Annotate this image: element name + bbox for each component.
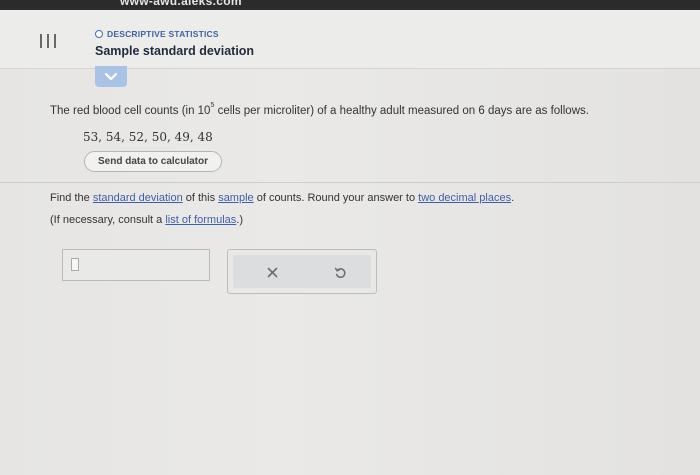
- two-decimal-places-link[interactable]: two decimal places: [418, 192, 511, 204]
- browser-url-strip: www-awu.aleks.com: [0, 0, 700, 10]
- list-of-formulas-link[interactable]: list of formulas: [165, 214, 236, 226]
- url-text: www-awu.aleks.com: [120, 0, 242, 8]
- data-values: 53, 54, 52, 50, 49, 48: [83, 130, 213, 144]
- standard-deviation-link[interactable]: standard deviation: [93, 192, 183, 204]
- page-title: Sample standard deviation: [95, 44, 255, 58]
- answer-input[interactable]: [62, 249, 210, 281]
- menu-icon[interactable]: [40, 34, 56, 48]
- breadcrumb: DESCRIPTIVE STATISTICS: [95, 29, 219, 39]
- undo-button[interactable]: [331, 263, 349, 281]
- sample-link[interactable]: sample: [218, 192, 253, 204]
- question-text: Find the standard deviation of this samp…: [50, 192, 515, 204]
- answer-actions-inner: [233, 255, 371, 288]
- clear-button[interactable]: [263, 263, 281, 281]
- send-data-button[interactable]: Send data to calculator: [84, 151, 222, 172]
- close-icon: [267, 267, 277, 277]
- topic-circle-icon: [95, 30, 103, 38]
- help-text: (If necessary, consult a list of formula…: [50, 214, 244, 226]
- chevron-down-icon: [104, 72, 118, 81]
- answer-actions-panel: [227, 249, 377, 294]
- breadcrumb-label: DESCRIPTIVE STATISTICS: [107, 29, 219, 39]
- collapse-toggle-button[interactable]: [95, 66, 127, 87]
- divider: [0, 182, 700, 183]
- input-caret: [71, 258, 79, 271]
- undo-icon: [334, 267, 345, 278]
- problem-statement: The red blood cell counts (in 105 cells …: [50, 102, 589, 117]
- top-header: DESCRIPTIVE STATISTICS Sample standard d…: [0, 10, 700, 69]
- exponent: 5: [210, 102, 215, 109]
